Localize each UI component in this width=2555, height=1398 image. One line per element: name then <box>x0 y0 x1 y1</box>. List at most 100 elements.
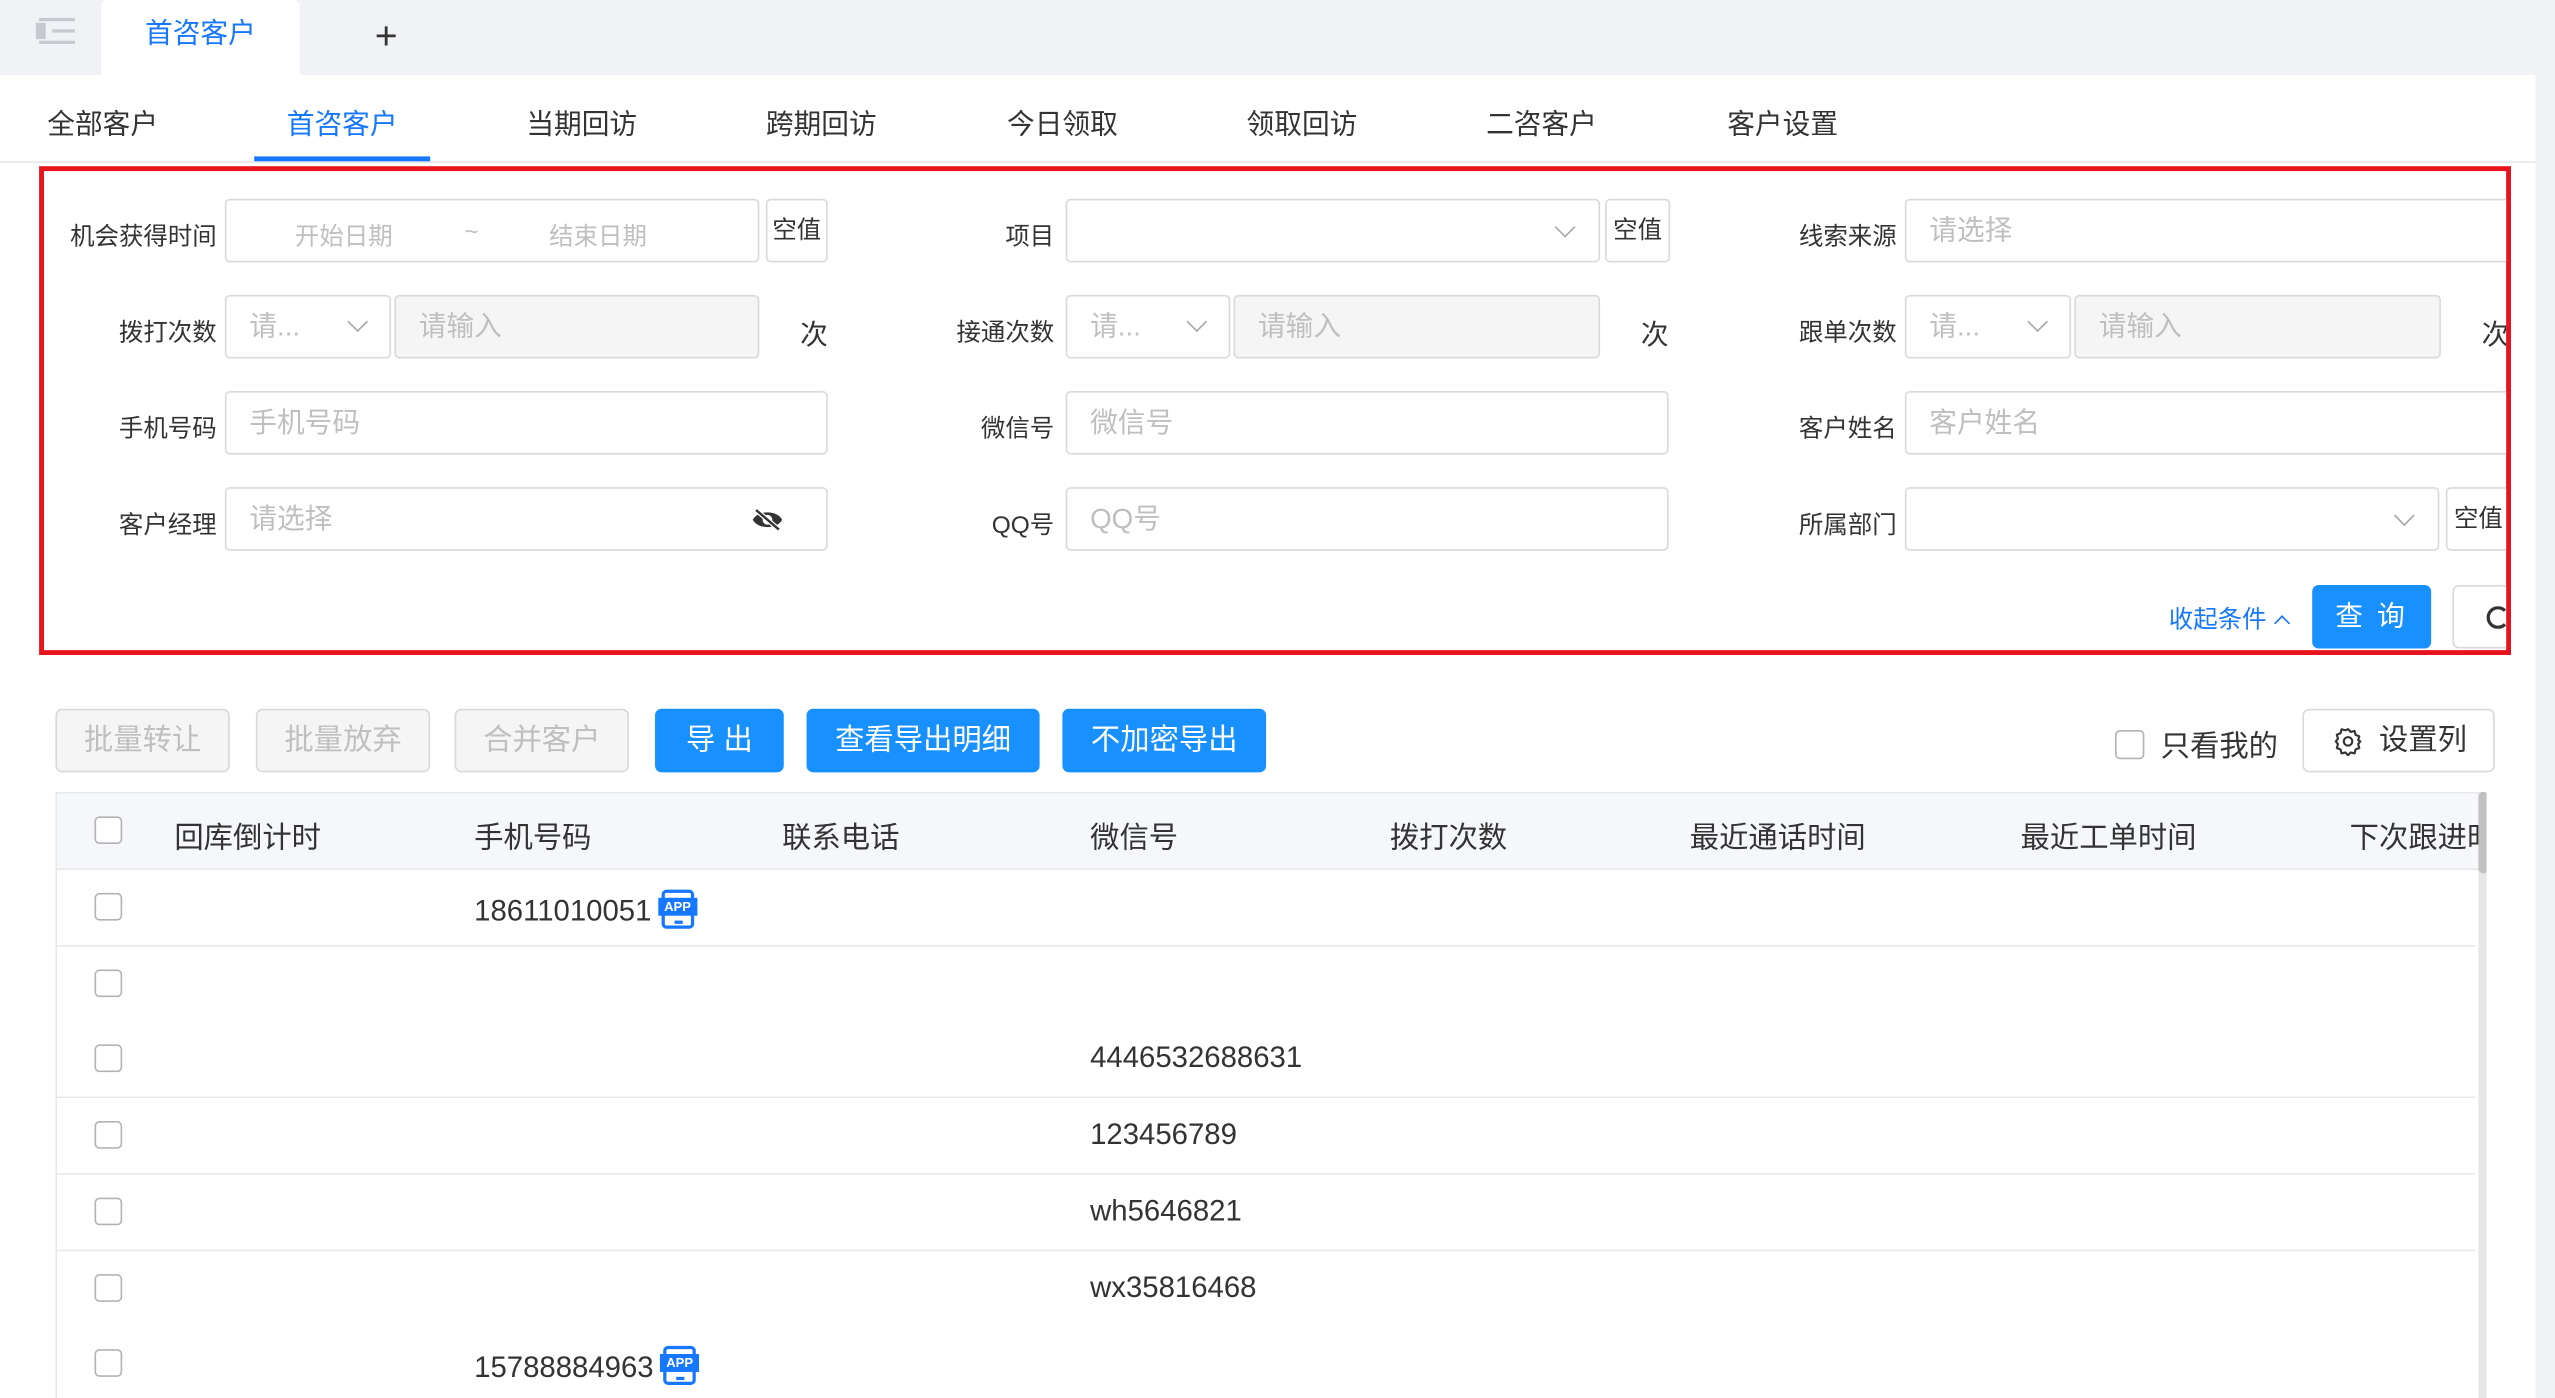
dial-count-unit: 次 <box>800 319 828 351</box>
app-icon-dot <box>674 920 683 924</box>
lead-source-select[interactable]: 请选择 <box>1904 198 2507 263</box>
cell-text: 123456789 <box>1090 1117 1237 1151</box>
opportunity-time-label: 机会获得时间 <box>70 223 217 251</box>
app-phone-icon[interactable]: APP <box>660 1346 700 1386</box>
app-page: 首咨客户 + 全部客户 首咨客户 当期回访 跨期回访 今日领取 领取回访 二咨客… <box>0 0 2555 1398</box>
refresh-button[interactable] <box>2452 584 2507 649</box>
manager-label: 客户经理 <box>118 511 217 540</box>
project-select[interactable] <box>1065 198 1601 263</box>
start-date-placeholder[interactable]: 开始日期 <box>295 218 393 252</box>
column-header-last-call[interactable]: 最近通话时间 <box>1690 815 1866 857</box>
cell-text: wh5646821 <box>1090 1193 1242 1227</box>
only-mine-label: 只看我的 <box>2160 729 2278 763</box>
refresh-icon <box>2486 606 2507 629</box>
project-empty-button[interactable]: 空值 <box>1605 198 1671 263</box>
app-icon-dot <box>676 1377 685 1381</box>
batch-transfer-button[interactable]: 批量转让 <box>55 708 230 773</box>
row-checkbox[interactable] <box>94 1273 123 1302</box>
lead-source-label: 线索来源 <box>1798 223 1897 251</box>
table-row[interactable]: 18611010051 APP <box>57 870 2476 947</box>
dial-count-operator-select[interactable]: 请... <box>224 294 392 359</box>
chevron-up-icon <box>2274 615 2291 632</box>
column-header-phone[interactable]: 手机号码 <box>474 815 591 857</box>
manager-select[interactable]: 请选择 <box>224 487 828 551</box>
qq-input[interactable]: QQ号 <box>1065 487 1669 551</box>
customer-name-label: 客户姓名 <box>1798 415 1897 444</box>
add-tab-plus-icon[interactable]: + <box>365 13 407 62</box>
set-columns-button[interactable]: 设置列 <box>2302 708 2495 773</box>
follow-count-input[interactable]: 请输入 <box>2074 294 2441 359</box>
sub-tab-bar: 全部客户 首咨客户 当期回访 跨期回访 今日领取 领取回访 二咨客户 客户设置 <box>0 75 2536 163</box>
row-checkbox[interactable] <box>94 1045 123 1073</box>
cell-text: wx35816468 <box>1090 1270 1257 1303</box>
row-checkbox[interactable] <box>94 1349 123 1378</box>
follow-count-unit: 次 <box>2481 319 2510 351</box>
cell-wechat: 4446532688631 <box>1090 1042 1302 1076</box>
query-button[interactable]: 查 询 <box>2312 584 2432 649</box>
column-header-wechat[interactable]: 微信号 <box>1090 815 1178 857</box>
dial-count-input[interactable]: 请输入 <box>394 294 760 359</box>
phone-input[interactable]: 手机号码 <box>224 391 828 455</box>
tab-second-consult[interactable]: 二咨客户 <box>1486 101 1597 142</box>
department-select[interactable] <box>1904 487 2440 551</box>
tab-current-revisit[interactable]: 当期回访 <box>526 101 637 142</box>
opportunity-time-empty-button[interactable]: 空值 <box>765 198 828 263</box>
view-export-detail-button[interactable]: 查看导出明细 <box>806 708 1040 773</box>
tab-cross-period-revisit[interactable]: 跨期回访 <box>766 101 877 142</box>
export-button[interactable]: 导 出 <box>655 708 784 773</box>
table-row[interactable]: 123456789 <box>57 1098 2476 1175</box>
export-unencrypted-button[interactable]: 不加密导出 <box>1062 708 1267 773</box>
tab-customer-settings[interactable]: 客户设置 <box>1727 101 1838 142</box>
column-header-next-follow[interactable]: 下次跟进时 <box>2350 815 2487 857</box>
row-checkbox[interactable] <box>94 1121 123 1149</box>
collapse-conditions-link[interactable]: 收起条件 <box>2169 601 2291 635</box>
merge-customers-button[interactable]: 合并客户 <box>454 708 629 773</box>
follow-count-operator-select[interactable]: 请... <box>1904 294 2072 359</box>
department-empty-button[interactable]: 空值 <box>2445 487 2507 551</box>
app-badge-label: APP <box>660 1354 700 1373</box>
tab-claim-revisit[interactable]: 领取回访 <box>1247 101 1358 142</box>
row-checkbox[interactable] <box>94 892 123 921</box>
active-tab-indicator <box>254 156 431 162</box>
customer-name-input[interactable]: 客户姓名 <box>1904 391 2507 455</box>
only-mine-checkbox[interactable]: 只看我的 <box>2115 723 2278 765</box>
end-date-placeholder[interactable]: 结束日期 <box>549 218 647 252</box>
menu-fold-icon[interactable] <box>35 16 75 49</box>
column-header-countdown[interactable]: 回库倒计时 <box>174 815 321 857</box>
table-row[interactable]: 4446532688631 <box>57 1022 2476 1099</box>
cell-wechat: wh5646821 <box>1090 1194 1242 1228</box>
connect-count-operator-select[interactable]: 请... <box>1065 294 1231 359</box>
column-header-last-ticket[interactable]: 最近工单时间 <box>2021 815 2197 857</box>
tab-today-claimed[interactable]: 今日领取 <box>1007 101 1118 142</box>
select-all-checkbox[interactable] <box>94 816 123 845</box>
top-tab-bar: 首咨客户 + <box>0 0 2555 75</box>
batch-abandon-button[interactable]: 批量放弃 <box>255 708 431 773</box>
department-label: 所属部门 <box>1798 511 1897 540</box>
dial-count-label: 拨打次数 <box>118 319 217 348</box>
eye-hidden-icon[interactable] <box>751 508 784 532</box>
tab-all-customers[interactable]: 全部客户 <box>47 101 158 142</box>
tab-first-consult[interactable]: 首咨客户 <box>287 101 398 142</box>
cell-text: 4446532688631 <box>1090 1041 1303 1075</box>
table-row[interactable] <box>57 946 2476 1023</box>
wechat-input[interactable]: 微信号 <box>1065 391 1669 455</box>
cell-wechat: wx35816468 <box>1090 1270 1256 1304</box>
table-row[interactable]: 15788884963 APP <box>57 1326 2476 1398</box>
table-scrollbar[interactable] <box>2478 791 2487 1398</box>
connect-count-input[interactable]: 请输入 <box>1233 294 1601 359</box>
row-checkbox[interactable] <box>94 968 123 997</box>
connect-count-label: 接通次数 <box>956 319 1055 348</box>
page-tab-first-consult[interactable]: 首咨客户 <box>101 0 300 75</box>
row-checkbox[interactable] <box>94 1197 123 1225</box>
table-row[interactable]: wx35816468 <box>57 1250 2476 1328</box>
gear-icon <box>2334 728 2362 757</box>
table-row[interactable]: wh5646821 <box>57 1174 2476 1252</box>
phone-label: 手机号码 <box>118 415 217 444</box>
wechat-label: 微信号 <box>980 415 1055 444</box>
app-phone-icon[interactable]: APP <box>657 889 698 929</box>
table-scrollbar-thumb[interactable] <box>2478 791 2487 874</box>
collapse-conditions-label[interactable]: 收起条件 <box>2169 606 2267 634</box>
column-header-tel[interactable]: 联系电话 <box>782 815 899 857</box>
only-mine-checkbox-box[interactable] <box>2115 730 2145 760</box>
column-header-dial-count[interactable]: 拨打次数 <box>1390 815 1507 857</box>
